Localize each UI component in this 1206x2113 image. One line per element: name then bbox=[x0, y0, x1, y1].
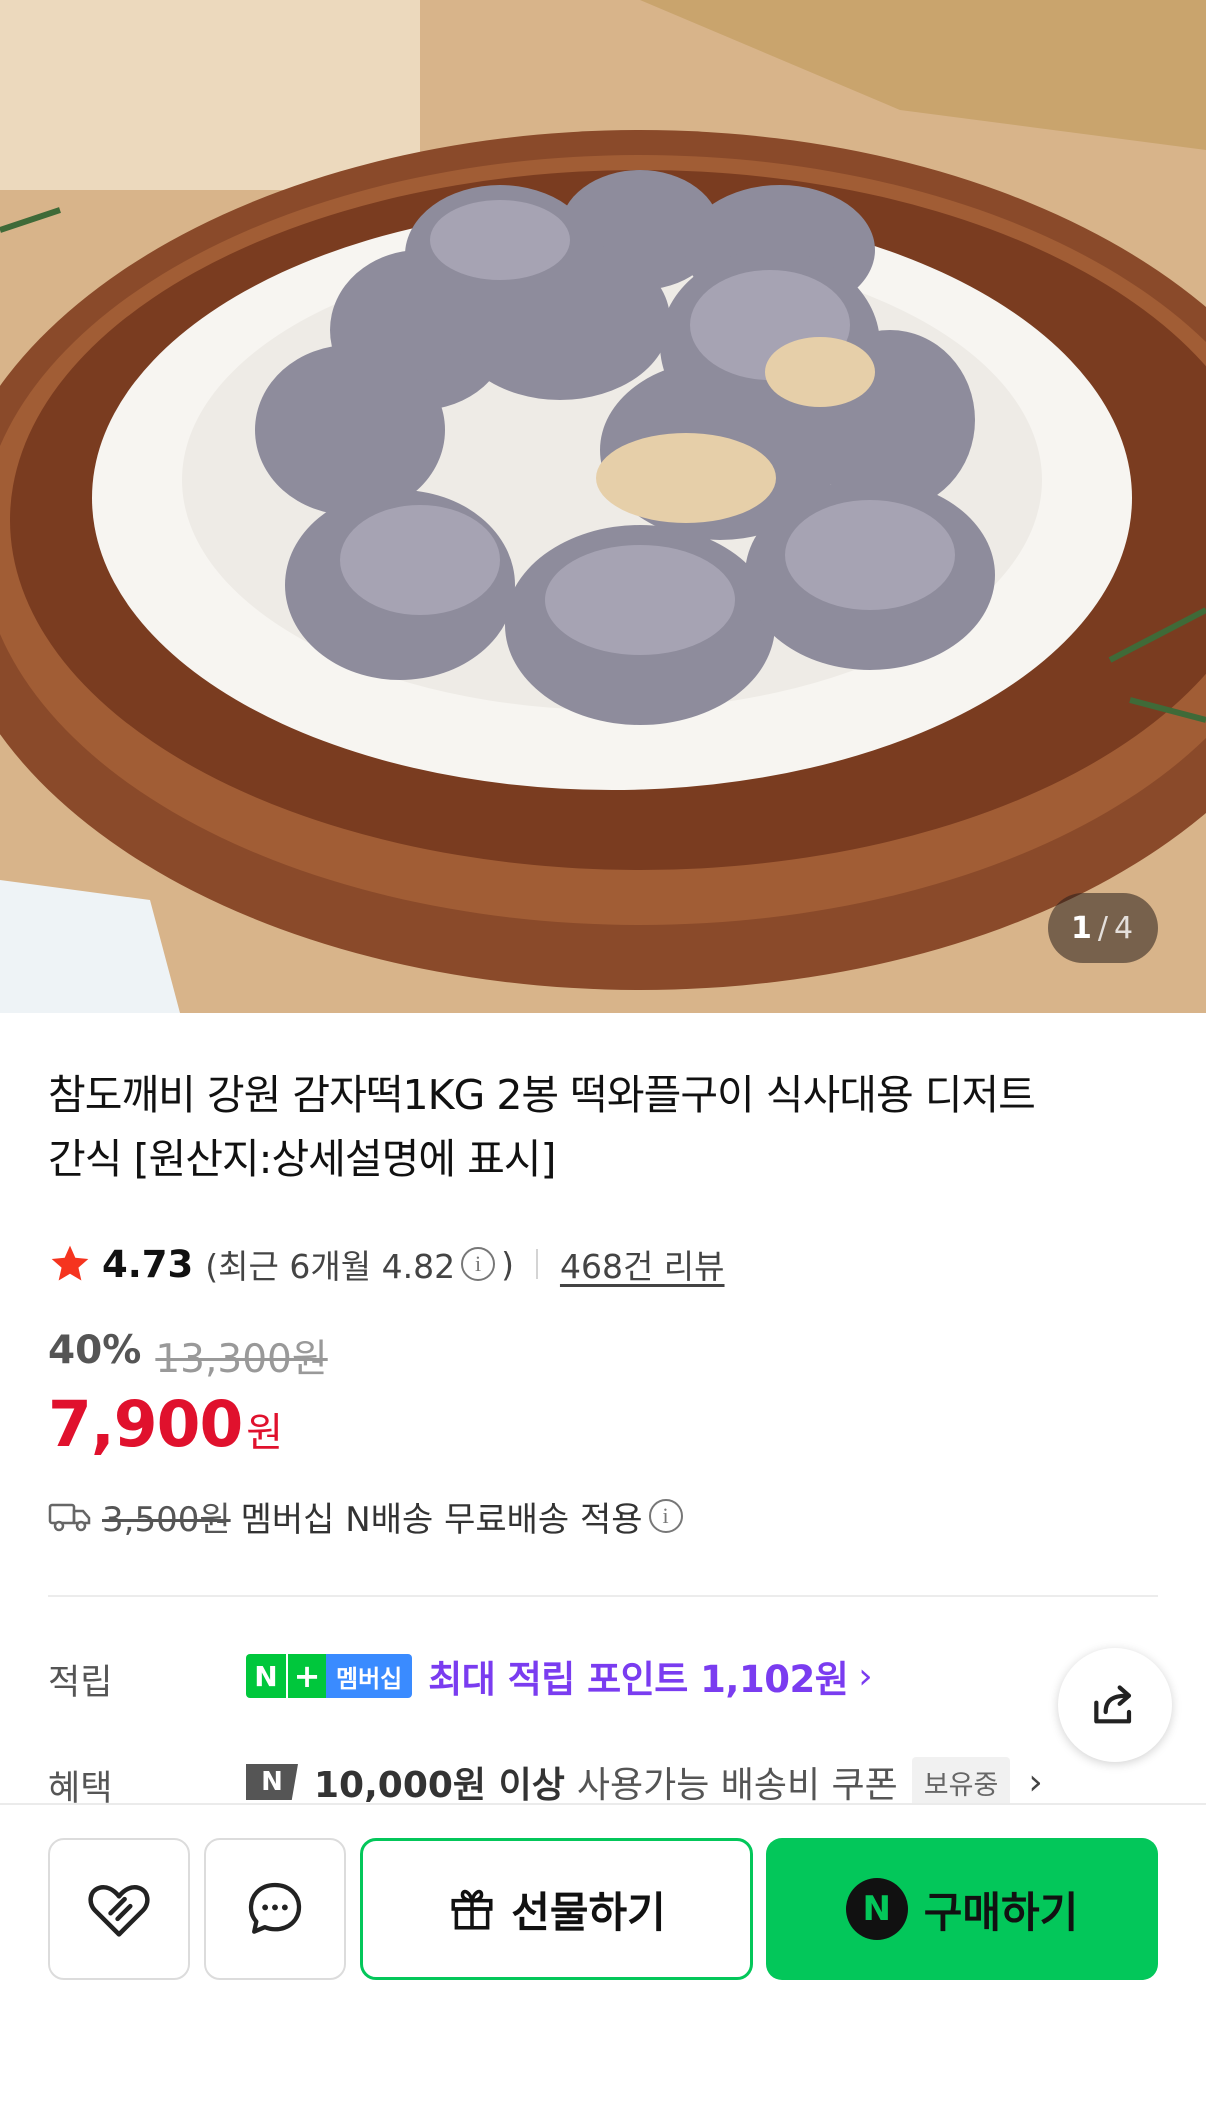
product-title: 참도깨비 강원 감자떡1KG 2봉 떡와플구이 식사대용 디저트 간식 [원산지… bbox=[48, 1071, 1036, 1183]
review-count-link[interactable]: 468건 리뷰 bbox=[560, 1240, 725, 1288]
truck-icon bbox=[48, 1503, 91, 1532]
gift-button-label: 선물하기 bbox=[511, 1887, 666, 1937]
shipping-text: 멤버십 N배송 무료배송 적용 bbox=[240, 1499, 643, 1540]
pager-current: 1 bbox=[1070, 910, 1094, 946]
points-row[interactable]: N + 멤버십 최대 적립 포인트 1,102원 › bbox=[246, 1650, 873, 1702]
shipping-info-icon[interactable]: i bbox=[648, 1499, 683, 1533]
coupon-description: 사용가능 배송비 쿠폰 bbox=[576, 1765, 898, 1806]
shipping-row: 3,500원 멤버십 N배송 무료배송 적용 i bbox=[48, 1490, 689, 1542]
points-label: 적립 bbox=[48, 1663, 113, 1703]
chevron-right-icon: › bbox=[1028, 1761, 1043, 1803]
product-photo bbox=[0, 0, 1206, 1013]
pager-separator: / bbox=[1097, 910, 1110, 946]
buy-button-label: 구매하기 bbox=[923, 1887, 1079, 1937]
product-image[interactable]: 1 / 4 bbox=[0, 0, 1206, 1013]
discount-rate: 40% bbox=[48, 1328, 142, 1373]
buy-button[interactable]: N 구매하기 bbox=[766, 1838, 1158, 1980]
naver-pay-icon: N bbox=[845, 1878, 908, 1940]
badge-n: N bbox=[246, 1654, 286, 1698]
rating-row: 4.73 (최근 6개월 4.82 i ) 468건 리뷰 bbox=[48, 1238, 725, 1290]
gift-icon bbox=[451, 1889, 493, 1930]
coupon-owned-badge: 보유중 bbox=[911, 1756, 1011, 1808]
original-price: 13,300원 bbox=[155, 1337, 328, 1382]
chat-bubble-icon bbox=[248, 1882, 302, 1934]
max-points-text: 최대 적립 포인트 1,102원 bbox=[428, 1658, 849, 1701]
coupon-row[interactable]: N 10,000원 이상 사용가능 배송비 쿠폰 보유중 › bbox=[246, 1756, 1043, 1808]
naver-coupon-badge: N bbox=[246, 1764, 298, 1800]
wishlist-button[interactable] bbox=[48, 1838, 190, 1980]
sale-price-value: 7,900 bbox=[48, 1388, 243, 1461]
image-pager: 1 / 4 bbox=[1048, 893, 1158, 963]
divider bbox=[535, 1249, 538, 1279]
coupon-condition: 10,000원 이상 bbox=[314, 1765, 565, 1806]
info-icon[interactable]: i bbox=[461, 1247, 496, 1281]
recent-rating-text: (최근 6개월 4.82 bbox=[205, 1247, 456, 1286]
recent-rating-close: ) bbox=[501, 1244, 514, 1284]
chevron-right-icon: › bbox=[858, 1655, 873, 1697]
gift-button[interactable]: 선물하기 bbox=[360, 1838, 753, 1980]
chat-button[interactable] bbox=[204, 1838, 346, 1980]
badge-plus: + bbox=[286, 1654, 326, 1698]
badge-membership: 멤버십 bbox=[326, 1654, 413, 1698]
shipping-original-fee: 3,500원 bbox=[102, 1499, 231, 1540]
rating-score: 4.73 bbox=[102, 1242, 194, 1286]
section-divider bbox=[48, 1595, 1158, 1597]
pager-total: 4 bbox=[1113, 910, 1136, 946]
star-icon bbox=[51, 1245, 89, 1281]
sale-price: 7,900 원 bbox=[48, 1388, 283, 1461]
sale-price-currency: 원 bbox=[246, 1410, 284, 1456]
nplus-membership-badge: N + 멤버십 bbox=[246, 1654, 413, 1698]
original-price-row: 40% 13,300원 bbox=[48, 1328, 328, 1384]
recent-rating: (최근 6개월 4.82 i ) bbox=[205, 1240, 514, 1288]
heart-icon bbox=[88, 1885, 150, 1937]
share-button[interactable] bbox=[1058, 1648, 1172, 1762]
share-icon bbox=[1094, 1685, 1132, 1724]
